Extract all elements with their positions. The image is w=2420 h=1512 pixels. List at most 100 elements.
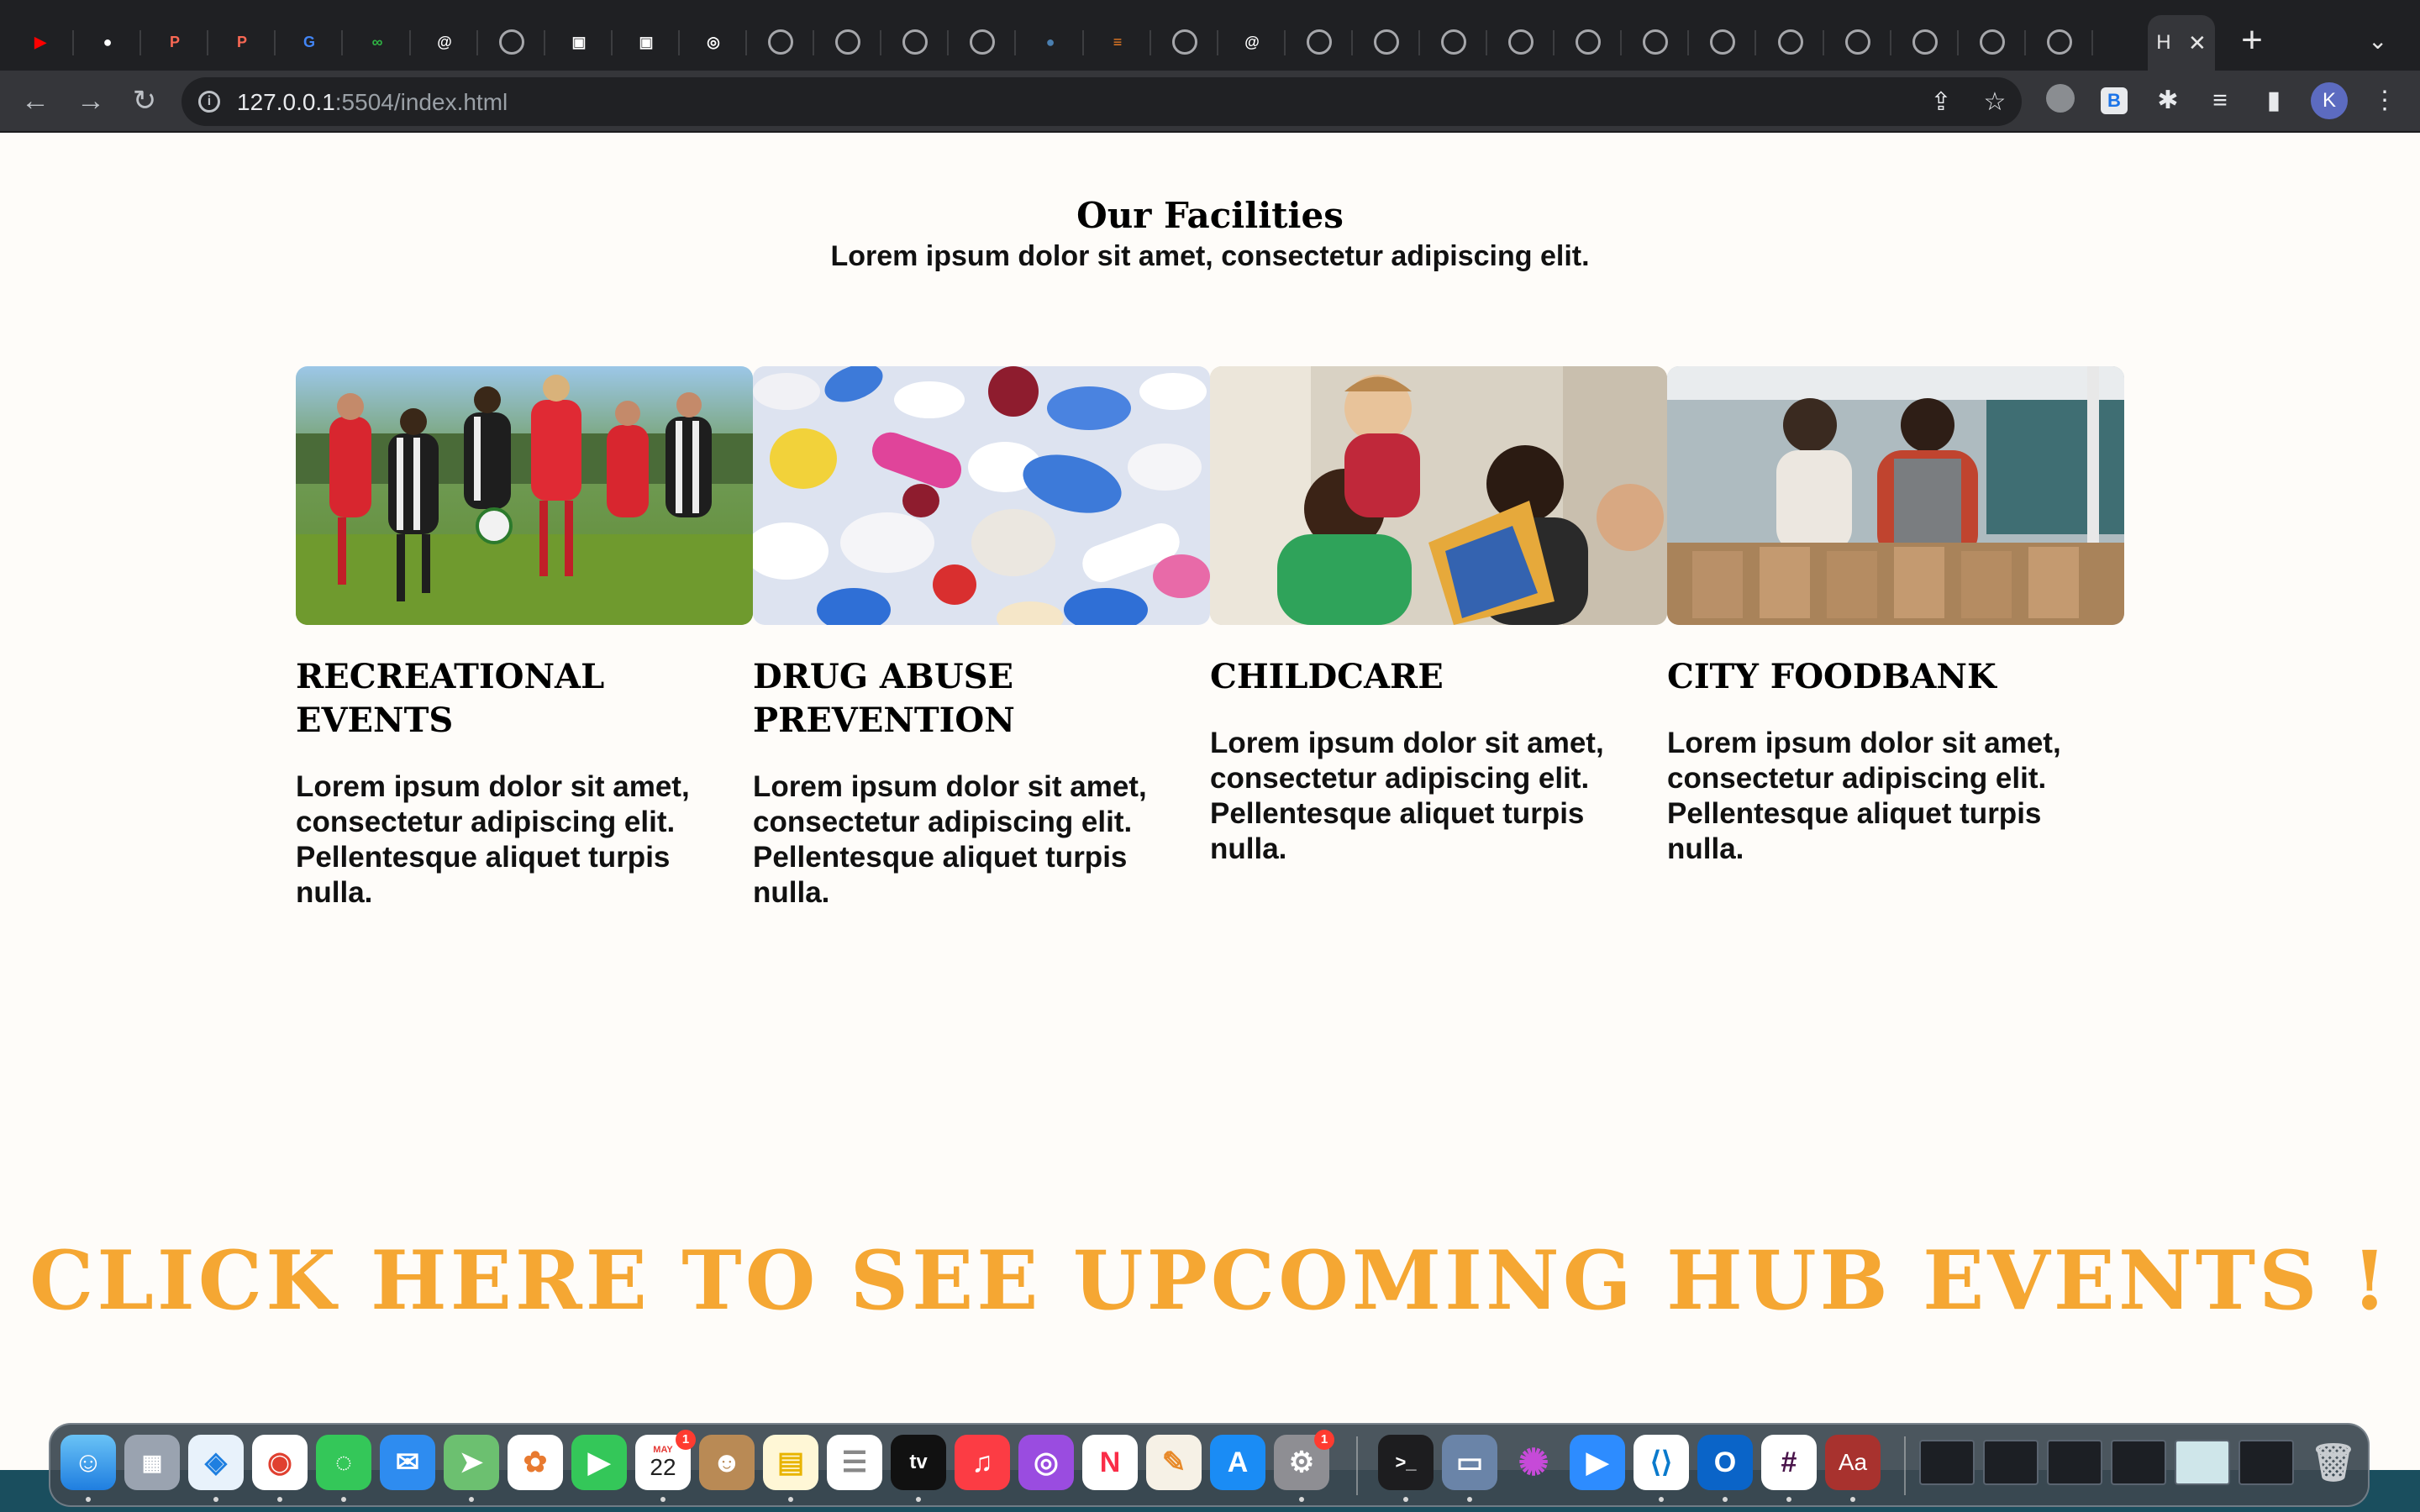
zoom-icon[interactable]: ▶ (1570, 1435, 1625, 1490)
browser-tab[interactable]: @ (1235, 17, 1286, 67)
browser-tab[interactable] (831, 17, 881, 67)
facetime-icon[interactable]: ▶ (571, 1435, 627, 1490)
settings-badge: 1 (1314, 1430, 1334, 1450)
extension-b-icon[interactable]: B (2101, 87, 2128, 114)
close-tab-icon[interactable]: ✕ (2188, 30, 2207, 56)
running-indicator (916, 1497, 921, 1502)
safari-icon[interactable]: ◈ (188, 1435, 244, 1490)
trash-icon[interactable]: 🗑 (2306, 1435, 2361, 1490)
forward-button[interactable]: → (72, 82, 109, 119)
outlook-icon[interactable]: O (1697, 1435, 1753, 1490)
browser-tab[interactable]: ▣ (562, 17, 613, 67)
browser-tab[interactable] (965, 17, 1016, 67)
new-tab-button[interactable]: + (2235, 22, 2269, 59)
address-bar[interactable]: i 127.0.0.1:5504/index.html ⇪ ☆ (182, 77, 2022, 126)
browser-tab[interactable]: ≡ (1101, 17, 1151, 67)
extension-speed-icon[interactable] (2044, 84, 2077, 118)
browser-menu-icon[interactable]: ⋮ (2368, 84, 2402, 118)
media-queue-icon[interactable]: ≡ (2203, 84, 2237, 118)
bookmark-star-icon[interactable]: ☆ (1978, 86, 2012, 119)
browser-tab[interactable]: ● (1034, 17, 1084, 67)
apple-tv-icon[interactable]: tv (891, 1435, 946, 1490)
launchpad-icon[interactable]: ▦ (124, 1435, 180, 1490)
upcoming-events-link[interactable]: CLICK HERE TO SEE UPCOMING HUB EVENTS ! (0, 1233, 2420, 1328)
flower-app-icon[interactable]: ✺ (1506, 1435, 1561, 1490)
facility-card-childcare: Childcare Lorem ipsum dolor sit amet, co… (1210, 366, 1667, 867)
profile-avatar[interactable]: K (2311, 82, 2348, 119)
pages-icon[interactable]: ✎ (1146, 1435, 1202, 1490)
browser-tab[interactable]: P (158, 17, 208, 67)
reload-button[interactable]: ↻ (126, 82, 163, 119)
extensions-puzzle-icon[interactable]: ✱ (2151, 84, 2185, 118)
tab-separator (947, 30, 949, 55)
browser-tab[interactable] (1571, 17, 1622, 67)
minimized-window-thumbnail[interactable] (2047, 1440, 2102, 1485)
page-title: Our Facilities (1076, 195, 1344, 236)
browser-tab[interactable] (898, 17, 949, 67)
card-title: Recreational Events (296, 657, 605, 740)
tab-separator (611, 30, 613, 55)
tab-active[interactable]: H ✕ (2148, 15, 2215, 71)
running-indicator (86, 1497, 91, 1502)
browser-tab[interactable] (764, 17, 814, 67)
share-icon[interactable]: ⇪ (1924, 86, 1958, 119)
minimized-window-thumbnail[interactable] (1983, 1440, 2039, 1485)
finder-icon[interactable]: ☺ (60, 1435, 116, 1490)
browser-tab[interactable]: @ (428, 17, 478, 67)
chrome-icon[interactable]: ◉ (252, 1435, 308, 1490)
maps-icon[interactable]: ➤ (444, 1435, 499, 1490)
calendar-icon[interactable]: MAY 22 1 (635, 1430, 696, 1490)
side-panel-icon[interactable]: ▮ (2257, 84, 2291, 118)
browser-tab[interactable] (1908, 17, 1959, 67)
minimized-window-thumbnail[interactable] (2238, 1440, 2294, 1485)
browser-tab[interactable]: ▣ (629, 17, 680, 67)
photos-icon[interactable]: ✿ (508, 1435, 563, 1490)
news-icon[interactable]: N (1082, 1435, 1138, 1490)
browser-tab[interactable]: G (292, 17, 343, 67)
browser-tab[interactable] (1302, 17, 1353, 67)
browser-tab[interactable] (495, 17, 545, 67)
mail-icon[interactable]: ✉ (380, 1435, 435, 1490)
dictionary-icon[interactable]: Aa (1825, 1435, 1881, 1490)
browser-tab[interactable] (1639, 17, 1689, 67)
contacts-icon[interactable]: ☻ (699, 1435, 755, 1490)
browser-tab[interactable] (1504, 17, 1555, 67)
browser-tab[interactable] (1168, 17, 1218, 67)
tab-search-chevron-icon[interactable]: ⌄ (2368, 27, 2387, 55)
tab-separator (1823, 30, 1824, 55)
vscode-icon[interactable]: ⟨⟩ (1634, 1435, 1689, 1490)
notes-icon[interactable]: ▤ (763, 1435, 818, 1490)
podcasts-icon[interactable]: ◎ (1018, 1435, 1074, 1490)
browser-tab[interactable] (1437, 17, 1487, 67)
back-button[interactable]: ← (17, 82, 54, 119)
globe-icon (1307, 29, 1332, 55)
browser-tab[interactable] (2043, 17, 2093, 67)
browser-tab[interactable] (1706, 17, 1756, 67)
messages-icon[interactable]: ◌ (316, 1435, 371, 1490)
browser-tab[interactable]: ▶ (24, 17, 74, 67)
browser-tab[interactable]: ● (91, 17, 141, 67)
globe-icon (1374, 29, 1399, 55)
minimized-window-thumbnail[interactable] (2111, 1440, 2166, 1485)
minimized-window-thumbnail[interactable] (2175, 1440, 2230, 1485)
preview-icon[interactable]: ▭ (1442, 1435, 1497, 1490)
reminders-icon[interactable]: ☰ (827, 1435, 882, 1490)
site-info-icon[interactable]: i (198, 91, 220, 113)
tab-separator (139, 30, 141, 55)
url-text: 127.0.0.1:5504/index.html (237, 89, 508, 116)
browser-tab[interactable] (1841, 17, 1891, 67)
terminal-icon[interactable]: >_ (1378, 1435, 1434, 1490)
system-settings-icon[interactable]: ⚙ 1 (1274, 1430, 1334, 1490)
page-subtitle: Lorem ipsum dolor sit amet, consectetur … (830, 240, 1590, 272)
slack-icon[interactable]: # (1761, 1435, 1817, 1490)
app-store-icon[interactable]: A (1210, 1435, 1265, 1490)
browser-tab[interactable] (1774, 17, 1824, 67)
tab-separator (1284, 30, 1286, 55)
browser-tab[interactable]: ∞ (360, 17, 411, 67)
browser-tab[interactable] (1370, 17, 1420, 67)
minimized-window-thumbnail[interactable] (1919, 1440, 1975, 1485)
browser-tab[interactable]: ◎ (697, 17, 747, 67)
music-icon[interactable]: ♫ (955, 1435, 1010, 1490)
browser-tab[interactable]: P (225, 17, 276, 67)
browser-tab[interactable] (1975, 17, 2026, 67)
